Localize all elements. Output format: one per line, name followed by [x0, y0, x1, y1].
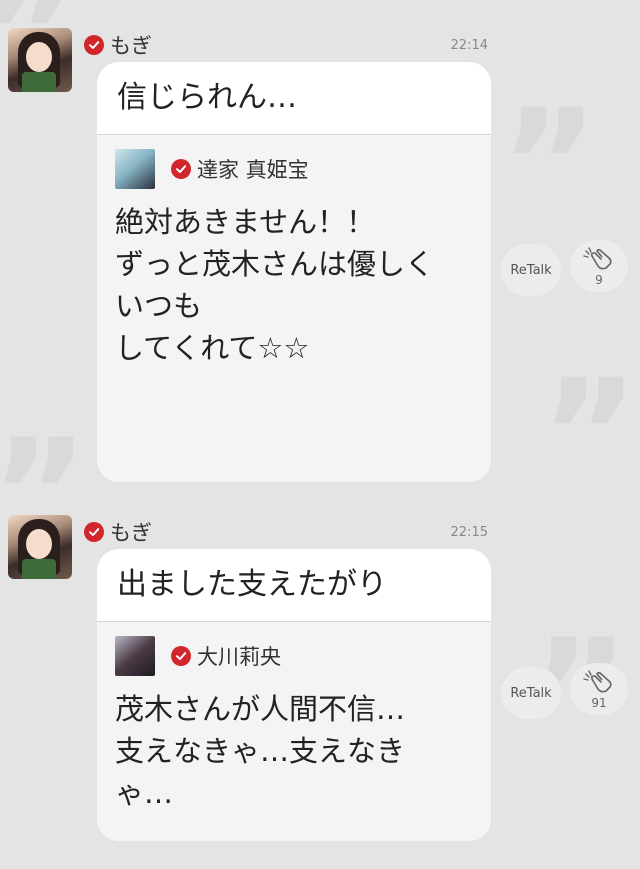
- retalk-button[interactable]: ReTalk: [501, 667, 561, 719]
- post-timestamp: 22:14: [450, 38, 488, 53]
- clap-count: 9: [595, 273, 603, 287]
- verified-check-icon: [84, 522, 104, 542]
- retalk-button[interactable]: ReTalk: [501, 244, 561, 296]
- verified-check-icon: [171, 646, 191, 666]
- author-name: もぎ: [110, 521, 152, 545]
- message-bubble[interactable]: 出ました支えたがり 大川莉央 茂木さんが人間不信… 支えなきゃ…支えなき ゃ…: [97, 549, 491, 841]
- background-mark: ”: [500, 78, 599, 252]
- quoted-author-name: 達家 真姫宝: [197, 158, 309, 182]
- quoted-author-avatar: [115, 636, 155, 676]
- quoted-author-avatar: [115, 149, 155, 189]
- post-author: もぎ: [84, 30, 152, 60]
- verified-check-icon: [84, 35, 104, 55]
- quoted-author-name: 大川莉央: [197, 645, 281, 669]
- clap-count: 91: [591, 696, 607, 710]
- clap-icon: [583, 670, 612, 693]
- quoted-post[interactable]: 達家 真姫宝 絶対あきません！！ ずっと茂木さんは優しく いつも してくれて☆☆: [97, 134, 491, 482]
- clap-button[interactable]: 91: [570, 663, 628, 715]
- author-name: もぎ: [110, 34, 152, 58]
- message-text: 出ました支えたがり: [117, 567, 387, 602]
- post-timestamp: 22:15: [450, 525, 488, 540]
- avatar[interactable]: [8, 515, 72, 579]
- quoted-post[interactable]: 大川莉央 茂木さんが人間不信… 支えなきゃ…支えなき ゃ…: [97, 621, 491, 841]
- post-author: もぎ: [84, 517, 152, 547]
- quoted-text: 茂木さんが人間不信… 支えなきゃ…支えなき ゃ…: [115, 692, 406, 811]
- clap-button[interactable]: 9: [570, 240, 628, 292]
- quoted-text: 絶対あきません！！ ずっと茂木さんは優しく いつも してくれて☆☆: [115, 205, 435, 366]
- message-text: 信じられん…: [117, 80, 297, 115]
- clap-icon: [583, 247, 612, 270]
- background-mark: ”: [540, 348, 639, 522]
- message-bubble[interactable]: 信じられん… 達家 真姫宝 絶対あきません！！ ずっと茂木さんは優しく いつも …: [97, 62, 491, 482]
- verified-check-icon: [171, 159, 191, 179]
- avatar[interactable]: [8, 28, 72, 92]
